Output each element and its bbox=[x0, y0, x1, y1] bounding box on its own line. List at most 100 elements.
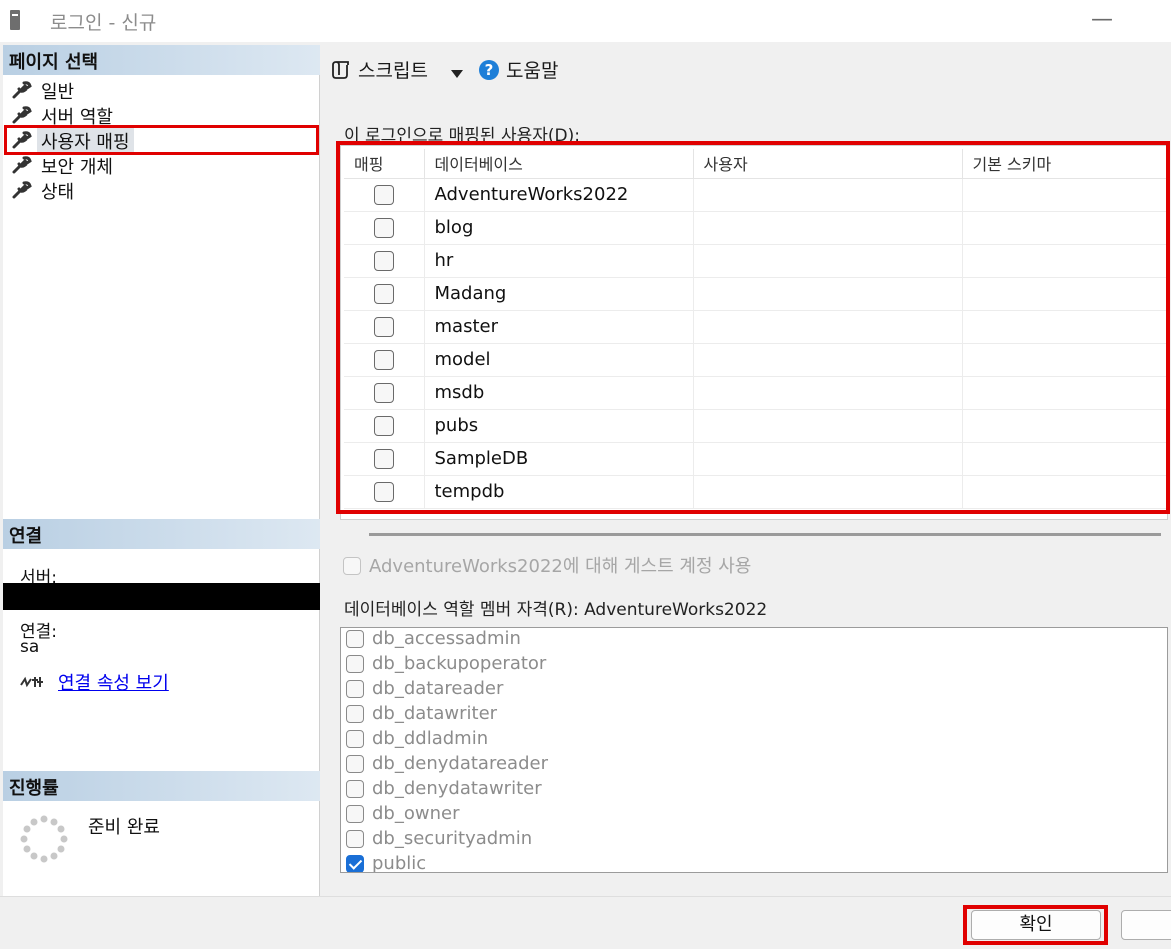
script-dropdown-button[interactable] bbox=[450, 62, 464, 84]
column-header-user[interactable]: 사용자 bbox=[693, 149, 963, 179]
role-item[interactable]: db_denydatareader bbox=[346, 753, 548, 778]
schema-cell[interactable] bbox=[962, 475, 1167, 509]
map-checkbox-cell[interactable] bbox=[344, 244, 425, 278]
map-checkbox-cell[interactable] bbox=[344, 442, 425, 476]
nav-item-general[interactable]: 일반 bbox=[3, 78, 320, 103]
minimize-button[interactable]: — bbox=[1082, 4, 1122, 38]
schema-cell[interactable] bbox=[962, 376, 1167, 410]
role-checkbox[interactable] bbox=[346, 780, 364, 798]
schema-cell[interactable] bbox=[962, 442, 1167, 476]
script-icon bbox=[332, 61, 349, 79]
role-name: db_ddladmin bbox=[372, 728, 489, 749]
horizontal-scrollbar[interactable] bbox=[369, 533, 1161, 536]
user-cell[interactable] bbox=[693, 211, 963, 245]
map-checkbox-cell[interactable] bbox=[344, 277, 425, 311]
map-checkbox[interactable] bbox=[373, 449, 394, 469]
role-item[interactable]: db_accessadmin bbox=[346, 628, 521, 653]
database-cell: Madang bbox=[424, 277, 694, 311]
role-item[interactable]: public bbox=[346, 853, 426, 872]
mapping-row[interactable]: hr bbox=[344, 244, 1167, 278]
role-membership-list: db_accessadmin db_backupoperator db_datare… bbox=[340, 627, 1168, 873]
map-checkbox[interactable] bbox=[373, 317, 394, 337]
view-connection-properties-link[interactable]: 연결 속성 보기 bbox=[58, 669, 169, 695]
progress-status: 준비 완료 bbox=[88, 817, 160, 838]
role-checkbox[interactable] bbox=[346, 705, 364, 723]
mapping-row[interactable]: AdventureWorks2022 bbox=[344, 178, 1167, 212]
role-item[interactable]: db_backupoperator bbox=[346, 653, 546, 678]
map-checkbox[interactable] bbox=[373, 185, 394, 205]
role-checkbox[interactable] bbox=[346, 655, 364, 673]
user-cell[interactable] bbox=[693, 244, 963, 278]
role-checkbox[interactable] bbox=[346, 630, 364, 648]
user-cell[interactable] bbox=[693, 178, 963, 212]
help-button[interactable]: ? 도움말 bbox=[478, 56, 559, 83]
column-header-database[interactable]: 데이터베이스 bbox=[424, 149, 694, 179]
role-item[interactable]: db_denydatawriter bbox=[346, 778, 542, 803]
column-header-default-schema[interactable]: 기본 스키마 bbox=[962, 149, 1167, 179]
mapping-row[interactable]: msdb bbox=[344, 376, 1167, 410]
schema-cell[interactable] bbox=[962, 343, 1167, 377]
mapping-row[interactable]: model bbox=[344, 343, 1167, 377]
user-cell[interactable] bbox=[693, 475, 963, 509]
user-cell[interactable] bbox=[693, 310, 963, 344]
left-pane: 페이지 선택 일반 서버 역할 사용자 매핑 보안 개체 상태 연결 서버: 연결: s… bbox=[3, 45, 320, 896]
role-checkbox[interactable] bbox=[346, 805, 364, 823]
role-item[interactable]: db_datawriter bbox=[346, 703, 497, 728]
map-checkbox[interactable] bbox=[373, 416, 394, 436]
map-checkbox[interactable] bbox=[373, 284, 394, 304]
schema-cell[interactable] bbox=[962, 277, 1167, 311]
mapping-row[interactable]: pubs bbox=[344, 409, 1167, 443]
role-name: db_backupoperator bbox=[372, 653, 547, 674]
role-checkbox[interactable] bbox=[346, 730, 364, 748]
role-item[interactable]: db_securityadmin bbox=[346, 828, 532, 853]
map-checkbox[interactable] bbox=[373, 350, 394, 370]
user-cell[interactable] bbox=[693, 343, 963, 377]
map-checkbox-cell[interactable] bbox=[344, 211, 425, 245]
schema-cell[interactable] bbox=[962, 178, 1167, 212]
map-checkbox-cell[interactable] bbox=[344, 310, 425, 344]
schema-cell[interactable] bbox=[962, 310, 1167, 344]
user-cell[interactable] bbox=[693, 442, 963, 476]
map-checkbox[interactable] bbox=[373, 251, 394, 271]
schema-cell[interactable] bbox=[962, 244, 1167, 278]
cancel-button[interactable] bbox=[1121, 910, 1171, 940]
map-checkbox-cell[interactable] bbox=[344, 409, 425, 443]
nav-item-status[interactable]: 상태 bbox=[3, 178, 320, 203]
database-cell: blog bbox=[424, 211, 694, 245]
map-checkbox[interactable] bbox=[373, 218, 394, 238]
nav-item-securables[interactable]: 보안 개체 bbox=[3, 153, 320, 178]
help-label: 도움말 bbox=[506, 60, 559, 82]
role-checkbox[interactable] bbox=[346, 755, 364, 773]
map-checkbox-cell[interactable] bbox=[344, 178, 425, 212]
user-cell[interactable] bbox=[693, 376, 963, 410]
role-checkbox[interactable] bbox=[346, 830, 364, 848]
user-cell[interactable] bbox=[693, 277, 963, 311]
guest-account-checkbox[interactable]: AdventureWorks2022에 대해 게스트 계정 사용 bbox=[343, 552, 751, 578]
map-checkbox[interactable] bbox=[373, 383, 394, 403]
map-checkbox-cell[interactable] bbox=[344, 343, 425, 377]
nav-item-label: 상태 bbox=[41, 182, 75, 203]
mapping-row[interactable]: SampleDB bbox=[344, 442, 1167, 476]
role-checkbox[interactable] bbox=[346, 680, 364, 698]
database-cell: msdb bbox=[424, 376, 694, 410]
map-checkbox[interactable] bbox=[373, 482, 394, 502]
column-header-map[interactable]: 매핑 bbox=[344, 149, 425, 179]
role-item[interactable]: db_datareader bbox=[346, 678, 503, 703]
help-icon: ? bbox=[479, 60, 499, 80]
script-button[interactable]: 스크립트 bbox=[330, 56, 428, 83]
mapping-row[interactable]: Madang bbox=[344, 277, 1167, 311]
role-item[interactable]: db_owner bbox=[346, 803, 459, 828]
user-cell[interactable] bbox=[693, 409, 963, 443]
schema-cell[interactable] bbox=[962, 409, 1167, 443]
role-item[interactable]: db_ddladmin bbox=[346, 728, 488, 753]
roles-title: 데이터베이스 역할 멤버 자격(R): AdventureWorks2022 bbox=[344, 600, 768, 620]
role-checkbox[interactable] bbox=[346, 855, 364, 872]
mapping-row[interactable]: blog bbox=[344, 211, 1167, 245]
mapping-row[interactable]: master bbox=[344, 310, 1167, 344]
map-checkbox-cell[interactable] bbox=[344, 475, 425, 509]
server-icon bbox=[10, 10, 20, 30]
guest-account-label: AdventureWorks2022에 대해 게스트 계정 사용 bbox=[369, 556, 752, 577]
map-checkbox-cell[interactable] bbox=[344, 376, 425, 410]
mapping-row[interactable]: tempdb bbox=[344, 475, 1167, 509]
schema-cell[interactable] bbox=[962, 211, 1167, 245]
